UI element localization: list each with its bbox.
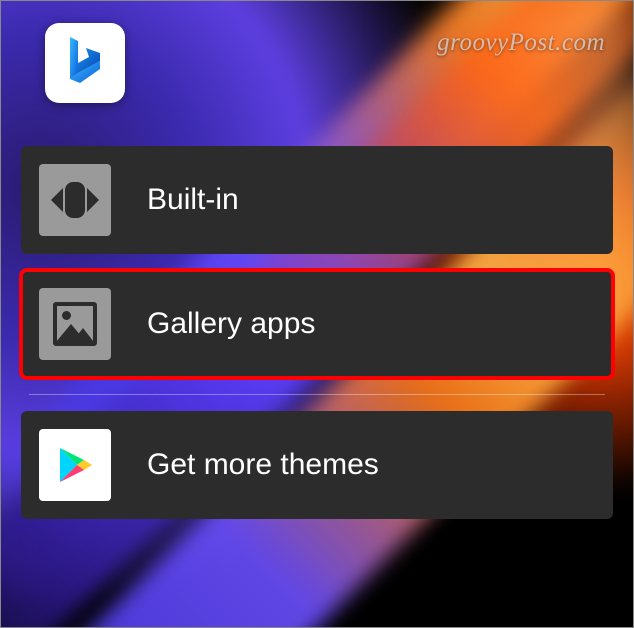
- play-store-icon: [52, 442, 98, 488]
- watermark-text: groovyPost.com: [437, 29, 605, 57]
- builtin-icon: [53, 178, 97, 222]
- menu-item-label: Gallery apps: [147, 307, 315, 341]
- builtin-icon-box: [39, 164, 111, 236]
- menu-divider: [29, 394, 605, 395]
- app-shortcut-bing[interactable]: [45, 23, 125, 103]
- menu-item-gallery-apps[interactable]: Gallery apps: [21, 270, 613, 378]
- menu-item-label: Get more themes: [147, 448, 379, 482]
- menu-item-label: Built-in: [147, 183, 239, 217]
- gallery-icon: [53, 302, 97, 346]
- gallery-icon-box: [39, 288, 111, 360]
- launcher-menu: Built-in Gallery apps Get more themes: [21, 146, 613, 535]
- menu-item-get-more-themes[interactable]: Get more themes: [21, 411, 613, 519]
- bing-icon: [62, 33, 108, 94]
- menu-item-builtin[interactable]: Built-in: [21, 146, 613, 254]
- play-store-icon-box: [39, 429, 111, 501]
